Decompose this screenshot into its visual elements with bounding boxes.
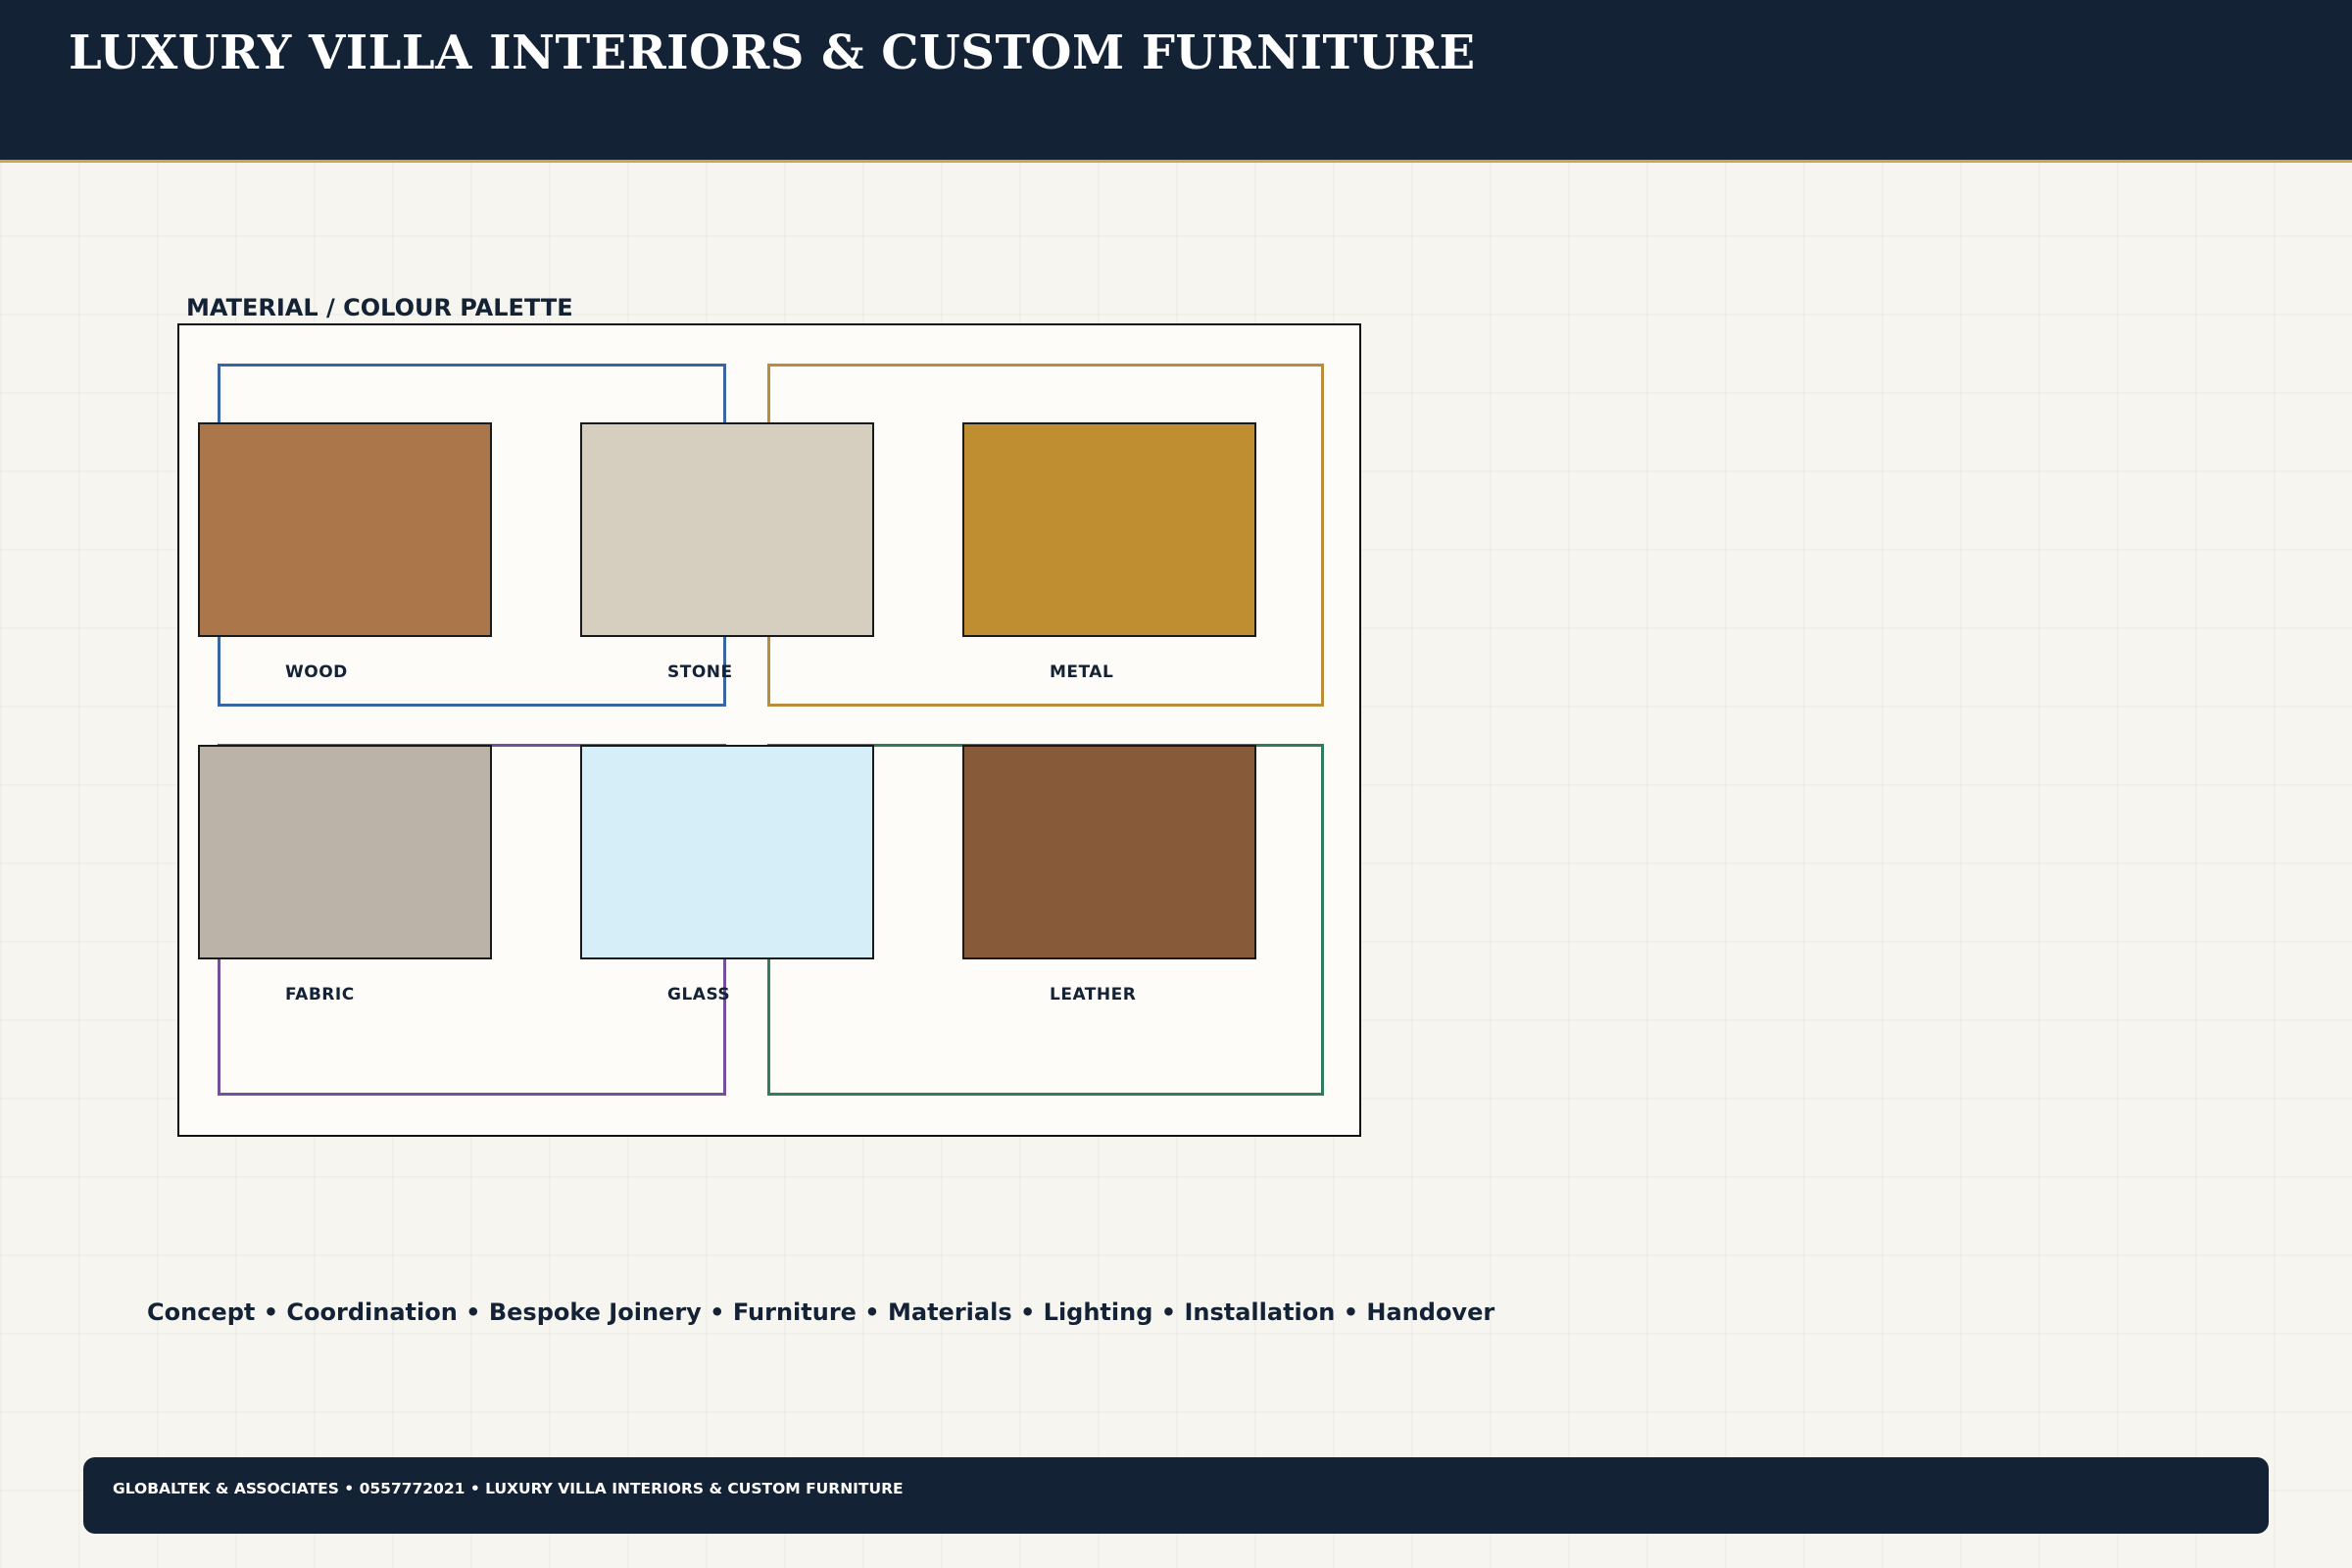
palette-title: MATERIAL / COLOUR PALETTE (186, 294, 573, 321)
swatch-metal (962, 422, 1256, 637)
palette-board: WOOD STONE METAL FABRIC GLASS LEATHER (177, 323, 1361, 1137)
swatch-label-metal: METAL (1050, 662, 1114, 682)
services-line: Concept • Coordination • Bespoke Joinery… (147, 1298, 1495, 1326)
swatch-glass (580, 745, 874, 959)
swatch-fabric (198, 745, 492, 959)
page-header: LUXURY VILLA INTERIORS & CUSTOM FURNITUR… (0, 0, 2352, 163)
swatch-label-glass: GLASS (667, 985, 731, 1004)
swatch-label-fabric: FABRIC (285, 985, 355, 1004)
swatch-stone (580, 422, 874, 637)
swatch-label-wood: WOOD (285, 662, 348, 682)
swatch-label-stone: STONE (667, 662, 733, 682)
footer-bar: GLOBALTEK & ASSOCIATES • 0557772021 • LU… (83, 1457, 2269, 1534)
footer-text: GLOBALTEK & ASSOCIATES • 0557772021 • LU… (113, 1480, 904, 1497)
page-title: LUXURY VILLA INTERIORS & CUSTOM FURNITUR… (69, 25, 1476, 80)
swatch-label-leather: LEATHER (1050, 985, 1137, 1004)
swatch-leather (962, 745, 1256, 959)
swatch-wood (198, 422, 492, 637)
